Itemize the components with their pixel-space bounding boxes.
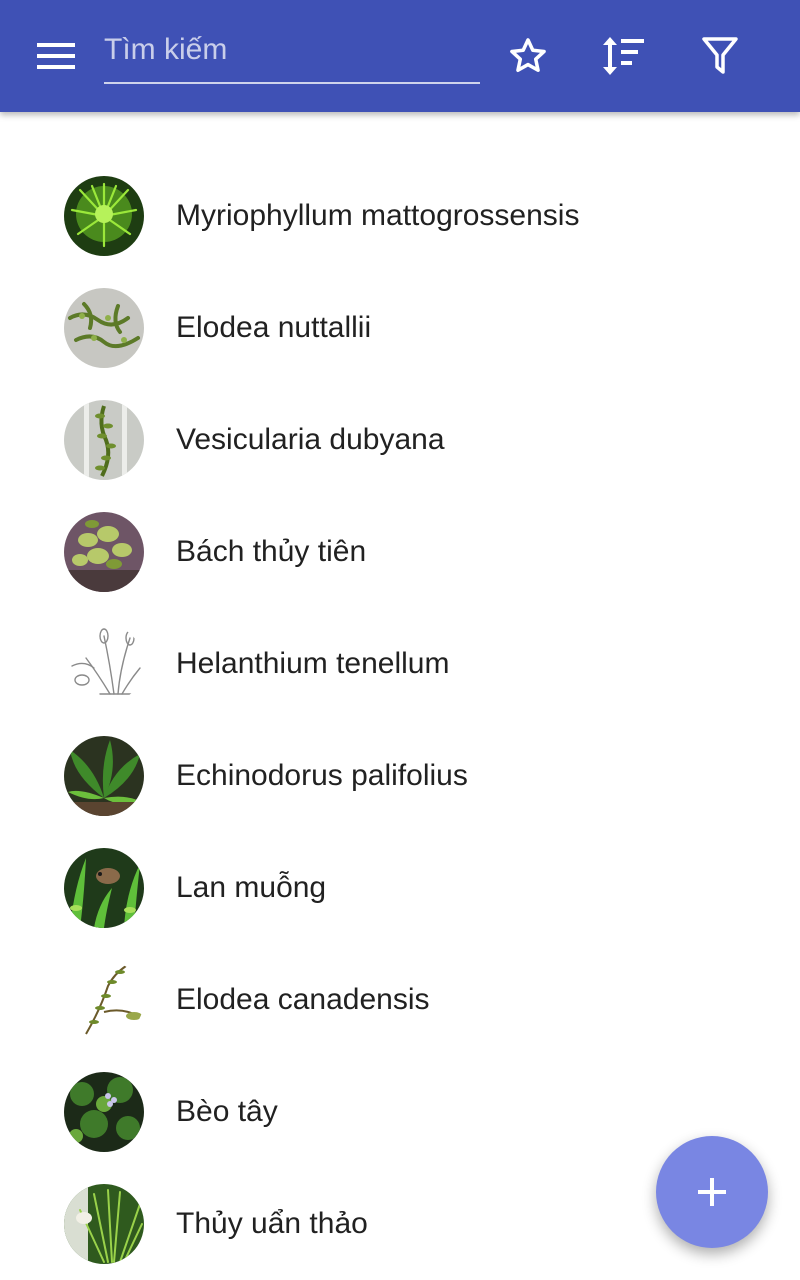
sort-button[interactable] <box>595 28 651 84</box>
plant-name: Echinodorus palifolius <box>176 759 468 792</box>
plus-icon <box>698 1178 726 1206</box>
sort-icon <box>603 37 644 75</box>
plant-thumbnail <box>64 176 144 256</box>
hamburger-menu-icon <box>37 43 75 69</box>
plant-thumbnail <box>64 1184 144 1264</box>
list-item[interactable]: Helanthium tenellum <box>0 608 800 720</box>
plant-thumbnail <box>64 1072 144 1152</box>
plant-name: Bèo tây <box>176 1095 278 1128</box>
plant-thumbnail <box>64 288 144 368</box>
search-input[interactable] <box>104 24 480 76</box>
list-item[interactable]: Lan muỗng <box>0 832 800 944</box>
menu-button[interactable] <box>30 34 82 78</box>
list-item[interactable]: Echinodorus palifolius <box>0 720 800 832</box>
filter-button[interactable] <box>692 28 748 84</box>
list-item[interactable]: Myriophyllum mattogrossensis <box>0 160 800 272</box>
favorites-button[interactable] <box>500 28 556 84</box>
plant-name: Helanthium tenellum <box>176 647 450 680</box>
plant-thumbnail <box>64 736 144 816</box>
star-outline-icon <box>510 38 546 73</box>
search-field <box>104 24 480 84</box>
plant-name: Elodea nuttallii <box>176 311 372 344</box>
plant-name: Thủy uẩn thảo <box>176 1207 368 1240</box>
plant-thumbnail <box>64 960 144 1040</box>
plant-thumbnail <box>64 848 144 928</box>
plant-name: Elodea canadensis <box>176 983 430 1016</box>
add-button[interactable] <box>656 1136 768 1248</box>
plant-name: Lan muỗng <box>176 871 327 904</box>
plant-thumbnail <box>64 512 144 592</box>
list-item[interactable]: Vesicularia dubyana <box>0 384 800 496</box>
list-item[interactable]: Elodea nuttallii <box>0 272 800 384</box>
plant-name: Vesicularia dubyana <box>176 423 445 456</box>
list-item[interactable]: Elodea canadensis <box>0 944 800 1056</box>
plant-name: Bách thủy tiên <box>176 535 367 568</box>
plant-thumbnail <box>64 400 144 480</box>
filter-icon <box>702 37 738 74</box>
plant-thumbnail <box>64 624 144 704</box>
app-bar <box>0 0 800 112</box>
plant-name: Myriophyllum mattogrossensis <box>176 199 580 232</box>
plant-list: Myriophyllum mattogrossensis Elodea nutt… <box>0 160 800 1280</box>
list-item[interactable]: Bách thủy tiên <box>0 496 800 608</box>
